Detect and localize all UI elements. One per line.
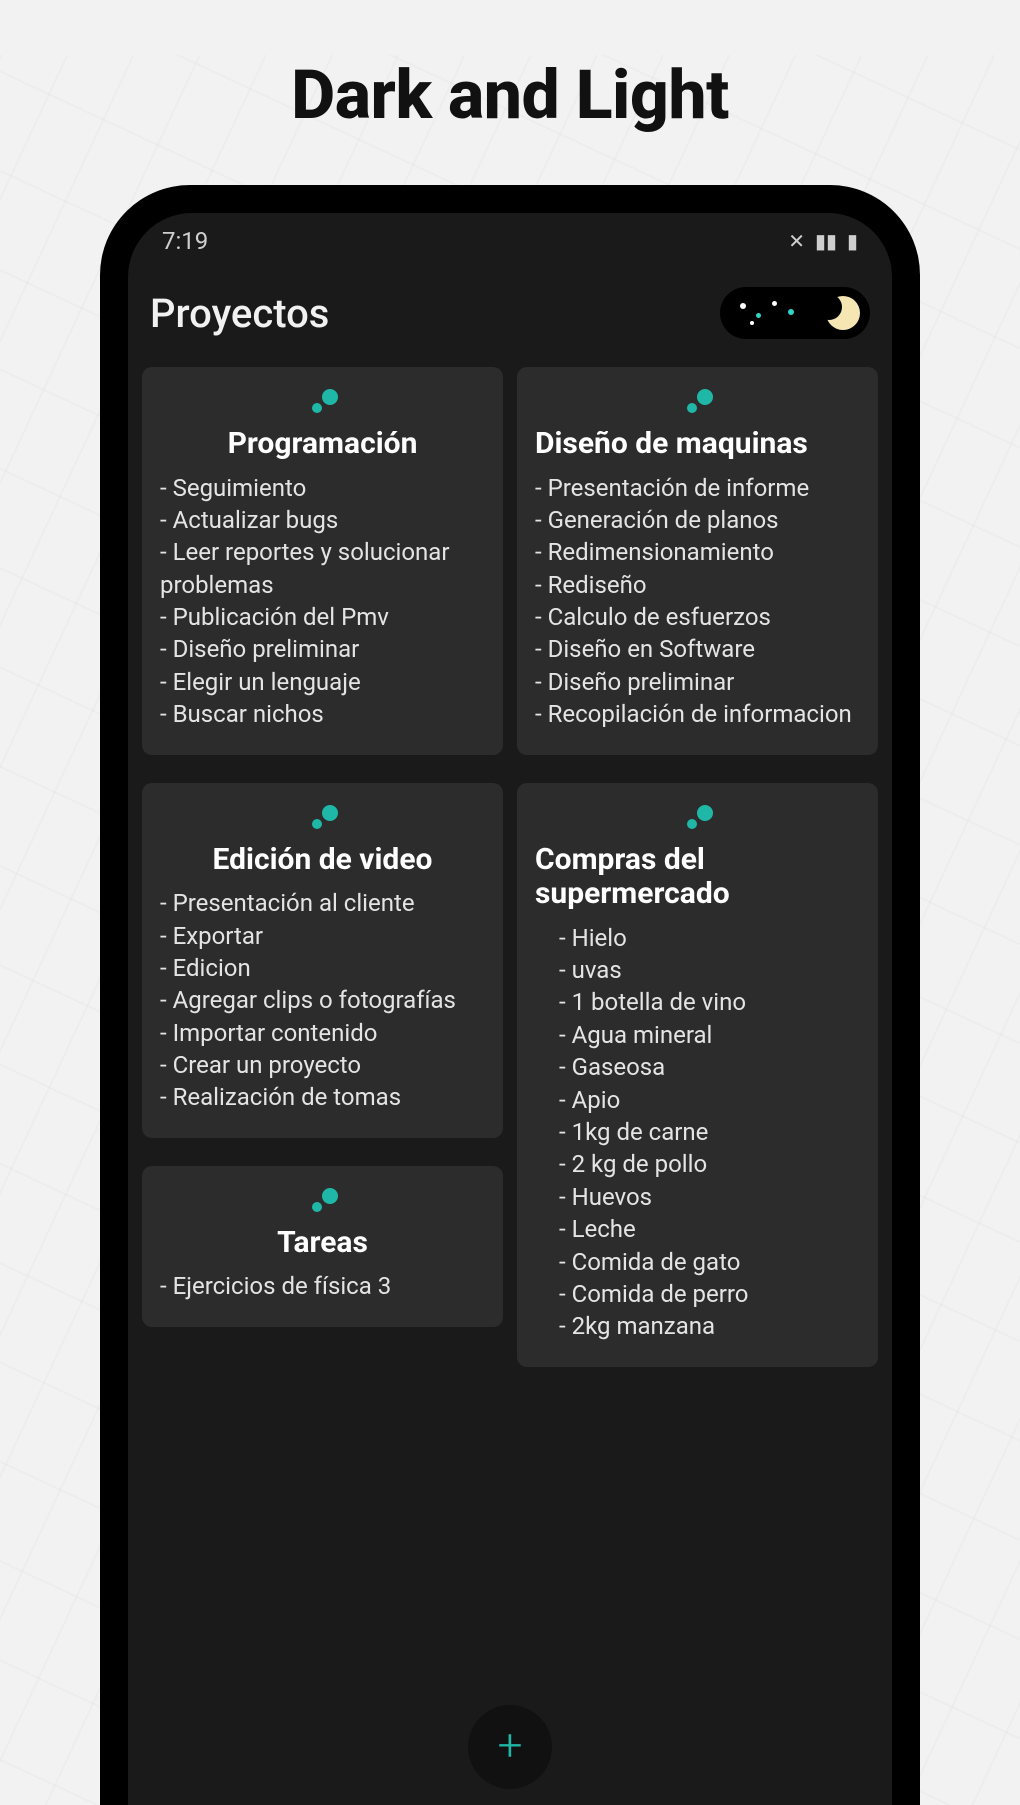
project-task-list: Presentación al clienteExportarEdicionAg… (160, 887, 485, 1114)
status-bar: 7:19 ✕ ▮▮ ▮ (128, 213, 892, 269)
project-icon (683, 805, 713, 829)
project-task-list: Ejercicios de física 3 (160, 1270, 485, 1302)
project-task-item: Diseño en Software (535, 633, 860, 665)
project-task-item: Redimensionamiento (535, 536, 860, 568)
status-time: 7:19 (162, 227, 208, 255)
project-task-item: Huevos (535, 1181, 860, 1213)
project-task-item: Apio (535, 1084, 860, 1116)
project-title: Diseño de maquinas (535, 427, 860, 462)
mute-icon: ✕ (788, 229, 805, 253)
project-task-item: Generación de planos (535, 504, 860, 536)
project-task-item: Recopilación de informacion (535, 698, 860, 730)
signal-icon: ▮▮ (815, 229, 837, 253)
project-task-item: Comida de perro (535, 1278, 860, 1310)
project-icon (683, 389, 713, 413)
project-task-item: Gaseosa (535, 1051, 860, 1083)
project-card[interactable]: Tareas Ejercicios de física 3 (142, 1166, 503, 1327)
project-task-item: Comida de gato (535, 1246, 860, 1278)
project-task-item: Edicion (160, 952, 485, 984)
project-title: Edición de video (160, 843, 485, 878)
project-task-item: 2kg manzana (535, 1310, 860, 1342)
theme-toggle[interactable] (720, 287, 870, 339)
moon-icon (826, 296, 860, 330)
project-task-item: Agua mineral (535, 1019, 860, 1051)
project-task-item: Realización de tomas (160, 1081, 485, 1113)
project-task-item: Publicación del Pmv (160, 601, 485, 633)
project-task-item: Calculo de esfuerzos (535, 601, 860, 633)
project-task-item: Exportar (160, 920, 485, 952)
project-task-item: Presentación al cliente (160, 887, 485, 919)
page-title: Proyectos (150, 290, 329, 337)
app-header: Proyectos (128, 269, 892, 367)
project-task-item: Crear un proyecto (160, 1049, 485, 1081)
project-card[interactable]: Compras del supermercado Hielouvas1 botel… (517, 783, 878, 1367)
marketing-title: Dark and Light (0, 55, 1020, 135)
project-task-item: Elegir un lenguaje (160, 666, 485, 698)
project-icon (308, 805, 338, 829)
project-task-item: Agregar clips o fotografías (160, 984, 485, 1016)
project-task-item: 1 botella de vino (535, 986, 860, 1018)
project-task-item: Hielo (535, 922, 860, 954)
project-task-item: uvas (535, 954, 860, 986)
stars-icon (738, 299, 808, 327)
plus-icon: + (498, 1723, 523, 1767)
project-title: Tareas (160, 1226, 485, 1261)
project-icon (308, 1188, 338, 1212)
phone-frame: 7:19 ✕ ▮▮ ▮ Proyectos Programación Seguim… (100, 185, 920, 1805)
project-task-item: Diseño preliminar (535, 666, 860, 698)
project-task-item: Rediseño (535, 569, 860, 601)
project-task-item: Leer reportes y solucionar problemas (160, 536, 485, 601)
project-icon (308, 389, 338, 413)
project-task-item: Actualizar bugs (160, 504, 485, 536)
project-title: Programación (160, 427, 485, 462)
project-task-item: Seguimiento (160, 472, 485, 504)
cards-scroll[interactable]: ProgramaciónSeguimientoActualizar bugsLe… (128, 367, 892, 1803)
project-card[interactable]: Diseño de maquinas Presentación de inform… (517, 367, 878, 755)
project-task-list: Hielouvas1 botella de vinoAgua mineralGa… (535, 922, 860, 1343)
project-card[interactable]: Edición de videoPresentación al clienteE… (142, 783, 503, 1138)
project-task-item: Importar contenido (160, 1017, 485, 1049)
project-task-item: 2 kg de pollo (535, 1148, 860, 1180)
project-task-list: Presentación de informeGeneración de pla… (535, 472, 860, 731)
project-task-item: Leche (535, 1213, 860, 1245)
add-button[interactable]: + (468, 1705, 552, 1789)
project-task-item: Diseño preliminar (160, 633, 485, 665)
phone-screen: 7:19 ✕ ▮▮ ▮ Proyectos Programación Seguim… (128, 213, 892, 1805)
project-task-list: SeguimientoActualizar bugsLeer reportes … (160, 472, 485, 731)
project-task-item: Presentación de informe (535, 472, 860, 504)
battery-icon: ▮ (847, 229, 858, 253)
project-card[interactable]: Programación SeguimientoActualizar bugsLe… (142, 367, 503, 755)
project-task-item: Ejercicios de física 3 (160, 1270, 485, 1302)
project-title: Compras del supermercado (535, 843, 860, 912)
project-task-item: 1kg de carne (535, 1116, 860, 1148)
project-task-item: Buscar nichos (160, 698, 485, 730)
